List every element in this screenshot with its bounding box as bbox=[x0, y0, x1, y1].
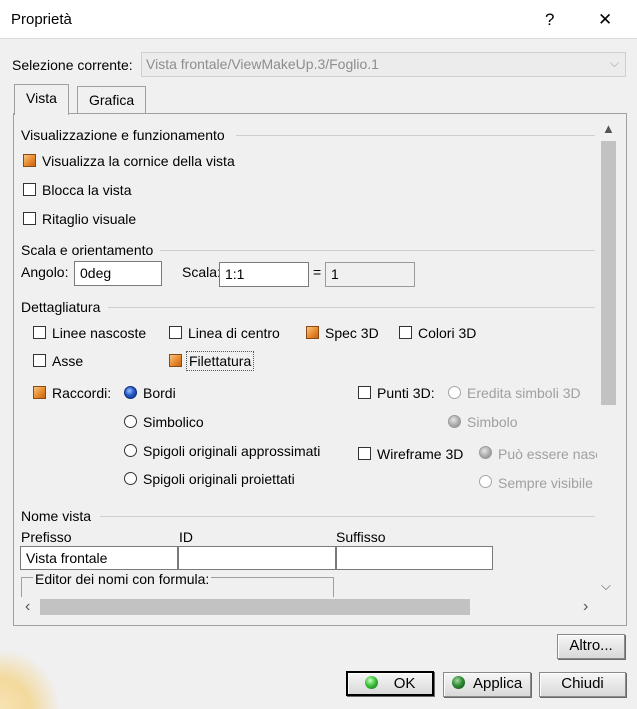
colors3d-label: Colori 3D bbox=[418, 325, 477, 341]
apply-label: Applica bbox=[472, 675, 523, 692]
spec3d-checkbox[interactable] bbox=[306, 326, 319, 339]
show-frame-label: Visualizza la cornice della vista bbox=[42, 153, 235, 169]
apply-button[interactable]: Applica bbox=[443, 672, 531, 697]
points-mode-symbol-label: Simbolo bbox=[467, 414, 518, 430]
apply-ball-icon bbox=[451, 676, 465, 689]
scale-group-title: Scala e orientamento bbox=[21, 242, 154, 258]
window-title: Proprietà bbox=[11, 11, 72, 28]
show-frame-checkbox[interactable] bbox=[23, 154, 36, 167]
current-selection-value: Vista frontale/ViewMakeUp.3/Foglio.1 bbox=[146, 56, 379, 72]
wireframe-mode-hidden-radio[interactable] bbox=[479, 446, 492, 459]
suffix-input[interactable] bbox=[336, 546, 493, 570]
close-button[interactable]: Chiudi bbox=[539, 672, 626, 697]
help-button[interactable]: ? bbox=[545, 10, 554, 30]
equals-sign: = bbox=[313, 264, 322, 280]
threads-checkbox[interactable] bbox=[169, 354, 182, 367]
hidden-lines-checkbox[interactable] bbox=[33, 326, 46, 339]
fillets-checkbox[interactable] bbox=[33, 386, 46, 399]
display-group-title: Visualizzazione e funzionamento bbox=[21, 127, 225, 143]
tab-grafica[interactable]: Grafica bbox=[77, 86, 147, 114]
chevron-down-icon: ⌵ bbox=[609, 56, 619, 70]
tab-vista-label: Vista bbox=[26, 90, 57, 106]
scroll-right-icon[interactable]: › bbox=[583, 598, 588, 616]
points-mode-inherit-radio[interactable] bbox=[448, 386, 461, 399]
hidden-lines-label: Linee nascoste bbox=[52, 325, 147, 341]
current-selection-combo[interactable]: Vista frontale/ViewMakeUp.3/Foglio.1 ⌵ bbox=[141, 52, 626, 77]
scroll-up-icon[interactable]: ▲ bbox=[602, 121, 615, 136]
scroll-down-icon[interactable]: ⌵ bbox=[601, 578, 611, 594]
fillets-label: Raccordi: bbox=[52, 385, 112, 401]
title-separator bbox=[0, 38, 637, 39]
spec3d-label: Spec 3D bbox=[325, 325, 379, 341]
fillet-mode-simbolico-label: Simbolico bbox=[143, 414, 204, 430]
fillet-mode-simbolico-radio[interactable] bbox=[124, 415, 137, 428]
id-input[interactable] bbox=[178, 546, 336, 570]
decorative-corner bbox=[0, 650, 62, 709]
scale-input[interactable]: 1:1 bbox=[219, 262, 309, 287]
tab-vista[interactable]: Vista bbox=[14, 84, 69, 115]
prefix-label: Prefisso bbox=[21, 529, 72, 545]
threads-label: Filettatura bbox=[186, 351, 255, 371]
ok-button[interactable]: OK bbox=[346, 671, 434, 696]
scroll-left-icon[interactable]: ‹ bbox=[25, 598, 30, 616]
fillet-mode-approx-label: Spigoli originali approssimati bbox=[143, 443, 321, 459]
wireframe-mode-hidden-label: Può essere nasc bbox=[498, 446, 597, 462]
wireframe3d-checkbox[interactable] bbox=[358, 447, 371, 460]
visual-clip-checkbox[interactable] bbox=[23, 212, 36, 225]
wireframe-mode-visible-radio[interactable] bbox=[479, 475, 492, 488]
scale-label: Scala: bbox=[182, 264, 221, 280]
colors3d-checkbox[interactable] bbox=[399, 326, 412, 339]
view-name-group-title: Nome vista bbox=[21, 508, 92, 524]
more-button[interactable]: Altro... bbox=[557, 634, 625, 659]
detail-group-title: Dettagliatura bbox=[21, 299, 101, 315]
wireframe-mode-visible-label: Sempre visibile bbox=[498, 475, 593, 491]
axis-checkbox[interactable] bbox=[33, 354, 46, 367]
angle-label: Angolo: bbox=[21, 264, 69, 280]
points-mode-inherit-label: Eredita simboli 3D bbox=[467, 385, 581, 401]
axis-label: Asse bbox=[52, 353, 84, 369]
fillet-mode-projected-label: Spigoli originali proiettati bbox=[143, 471, 295, 487]
fillet-mode-approx-radio[interactable] bbox=[124, 444, 137, 457]
wireframe3d-label: Wireframe 3D bbox=[377, 446, 464, 462]
suffix-label: Suffisso bbox=[336, 529, 386, 545]
fillet-mode-projected-radio[interactable] bbox=[124, 472, 137, 485]
lock-view-checkbox[interactable] bbox=[23, 183, 36, 196]
lock-view-label: Blocca la vista bbox=[42, 182, 132, 198]
detail-group-line bbox=[108, 307, 595, 308]
formula-editor-label: Editor dei nomi con formula: bbox=[33, 571, 212, 587]
points3d-checkbox[interactable] bbox=[358, 386, 371, 399]
tab-grafica-label: Grafica bbox=[89, 92, 135, 108]
ok-ball-icon bbox=[364, 676, 378, 689]
current-selection-label: Selezione corrente: bbox=[12, 57, 133, 73]
scale-result-field: 1 bbox=[325, 262, 415, 287]
title-bar bbox=[0, 0, 637, 38]
view-name-group-line bbox=[100, 516, 595, 517]
center-line-label: Linea di centro bbox=[188, 325, 280, 341]
horizontal-scroll-thumb[interactable] bbox=[40, 599, 470, 615]
center-line-checkbox[interactable] bbox=[169, 326, 182, 339]
scale-group-line bbox=[160, 250, 595, 251]
ok-label: OK bbox=[393, 675, 416, 692]
points-mode-symbol-radio[interactable] bbox=[448, 415, 461, 428]
points3d-label: Punti 3D: bbox=[377, 385, 435, 401]
prefix-input[interactable]: Vista frontale bbox=[20, 546, 178, 570]
vertical-scroll-thumb[interactable] bbox=[601, 141, 616, 405]
fillet-mode-bordi-label: Bordi bbox=[143, 385, 176, 401]
display-group-line bbox=[236, 135, 595, 136]
id-label: ID bbox=[179, 529, 193, 545]
fillet-mode-bordi-radio[interactable] bbox=[124, 386, 137, 399]
close-window-button[interactable]: ✕ bbox=[598, 10, 612, 30]
angle-input[interactable]: 0deg bbox=[74, 261, 162, 286]
visual-clip-label: Ritaglio visuale bbox=[42, 211, 137, 227]
